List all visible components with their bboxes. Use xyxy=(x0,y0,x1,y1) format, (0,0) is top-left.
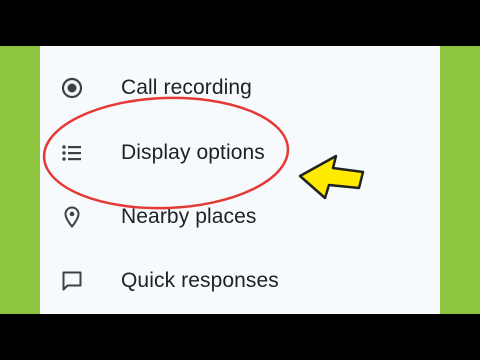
list-icon xyxy=(58,139,86,167)
menu-item-quick-responses[interactable]: Quick responses xyxy=(40,251,440,311)
menu-item-nearby-places[interactable]: Nearby places xyxy=(40,187,440,247)
chat-bubble-icon xyxy=(58,267,86,295)
menu-item-label: Quick responses xyxy=(121,269,279,292)
location-pin-icon xyxy=(58,203,86,231)
menu-item-call-recording[interactable]: Call recording xyxy=(40,58,440,118)
menu-item-label: Call recording xyxy=(121,76,252,99)
radio-target-icon xyxy=(58,74,86,102)
left-frame-bar xyxy=(0,46,40,314)
settings-menu-panel: Call recording Display options Nearby pl… xyxy=(40,46,440,314)
menu-item-label: Display options xyxy=(121,141,265,164)
menu-item-label: Nearby places xyxy=(121,205,257,228)
right-frame-bar xyxy=(440,46,480,314)
menu-item-display-options[interactable]: Display options xyxy=(40,123,440,183)
